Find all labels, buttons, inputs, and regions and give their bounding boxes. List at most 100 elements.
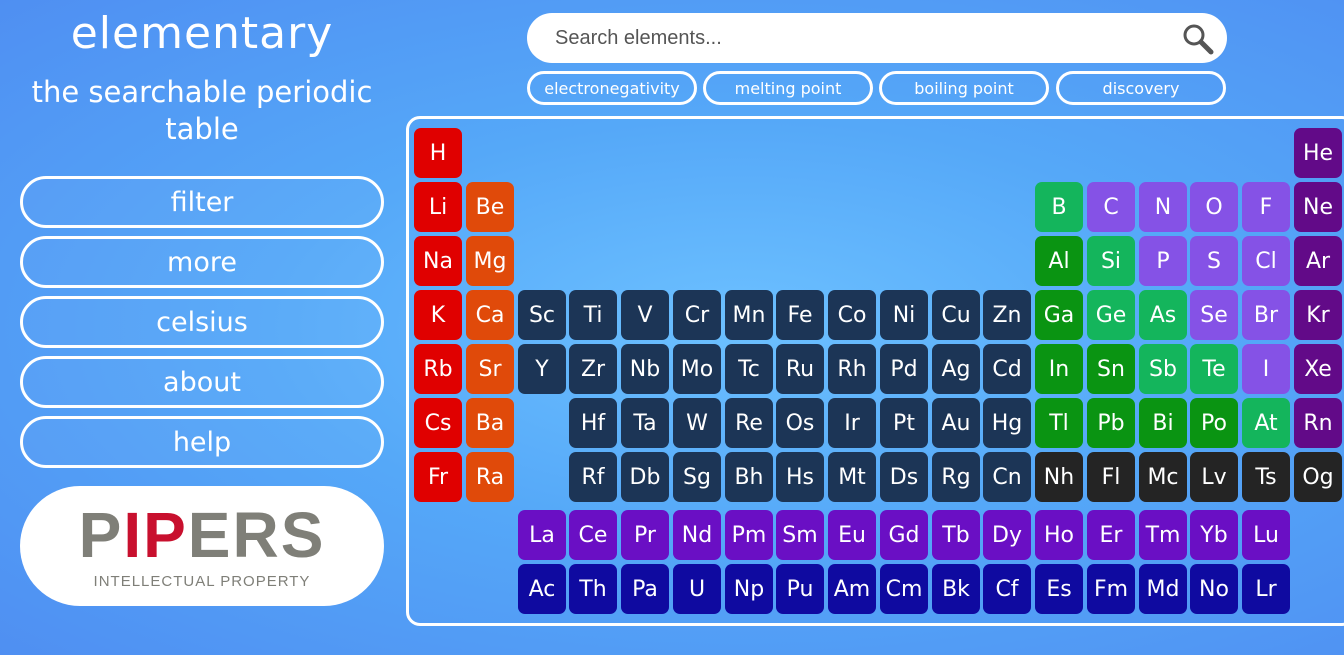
element-tile-mg[interactable]: Mg (466, 236, 514, 286)
celsius-button[interactable]: celsius (20, 296, 384, 348)
element-tile-ir[interactable]: Ir (828, 398, 876, 448)
element-tile-bi[interactable]: Bi (1139, 398, 1187, 448)
element-tile-at[interactable]: At (1242, 398, 1290, 448)
element-tile-cr[interactable]: Cr (673, 290, 721, 340)
element-tile-au[interactable]: Au (932, 398, 980, 448)
element-tile-p[interactable]: P (1139, 236, 1187, 286)
sort-melting-point-button[interactable]: melting point (703, 71, 873, 105)
sort-electronegativity-button[interactable]: electronegativity (527, 71, 697, 105)
element-tile-si[interactable]: Si (1087, 236, 1135, 286)
element-tile-xe[interactable]: Xe (1294, 344, 1342, 394)
element-tile-in[interactable]: In (1035, 344, 1083, 394)
element-tile-ag[interactable]: Ag (932, 344, 980, 394)
element-tile-i[interactable]: I (1242, 344, 1290, 394)
element-tile-np[interactable]: Np (725, 564, 773, 614)
element-tile-mt[interactable]: Mt (828, 452, 876, 502)
element-tile-cf[interactable]: Cf (983, 564, 1031, 614)
element-tile-yb[interactable]: Yb (1190, 510, 1238, 560)
search-icon[interactable] (1181, 22, 1215, 56)
element-tile-sr[interactable]: Sr (466, 344, 514, 394)
element-tile-os[interactable]: Os (776, 398, 824, 448)
element-tile-pa[interactable]: Pa (621, 564, 669, 614)
element-tile-br[interactable]: Br (1242, 290, 1290, 340)
element-tile-w[interactable]: W (673, 398, 721, 448)
element-tile-zr[interactable]: Zr (569, 344, 617, 394)
element-tile-og[interactable]: Og (1294, 452, 1342, 502)
element-tile-es[interactable]: Es (1035, 564, 1083, 614)
element-tile-ho[interactable]: Ho (1035, 510, 1083, 560)
element-tile-th[interactable]: Th (569, 564, 617, 614)
element-tile-bh[interactable]: Bh (725, 452, 773, 502)
element-tile-po[interactable]: Po (1190, 398, 1238, 448)
element-tile-cl[interactable]: Cl (1242, 236, 1290, 286)
element-tile-ra[interactable]: Ra (466, 452, 514, 502)
about-button[interactable]: about (20, 356, 384, 408)
element-tile-hg[interactable]: Hg (983, 398, 1031, 448)
element-tile-cm[interactable]: Cm (880, 564, 928, 614)
element-tile-sn[interactable]: Sn (1087, 344, 1135, 394)
search-input[interactable] (555, 21, 1175, 55)
element-tile-sm[interactable]: Sm (776, 510, 824, 560)
element-tile-pr[interactable]: Pr (621, 510, 669, 560)
element-tile-ge[interactable]: Ge (1087, 290, 1135, 340)
element-tile-tc[interactable]: Tc (725, 344, 773, 394)
element-tile-ac[interactable]: Ac (518, 564, 566, 614)
filter-button[interactable]: filter (20, 176, 384, 228)
element-tile-cs[interactable]: Cs (414, 398, 462, 448)
element-tile-ce[interactable]: Ce (569, 510, 617, 560)
element-tile-mc[interactable]: Mc (1139, 452, 1187, 502)
element-tile-mo[interactable]: Mo (673, 344, 721, 394)
element-tile-he[interactable]: He (1294, 128, 1342, 178)
element-tile-ne[interactable]: Ne (1294, 182, 1342, 232)
element-tile-pb[interactable]: Pb (1087, 398, 1135, 448)
element-tile-tb[interactable]: Tb (932, 510, 980, 560)
element-tile-pm[interactable]: Pm (725, 510, 773, 560)
element-tile-as[interactable]: As (1139, 290, 1187, 340)
element-tile-cu[interactable]: Cu (932, 290, 980, 340)
element-tile-kr[interactable]: Kr (1294, 290, 1342, 340)
element-tile-sg[interactable]: Sg (673, 452, 721, 502)
element-tile-pd[interactable]: Pd (880, 344, 928, 394)
element-tile-gd[interactable]: Gd (880, 510, 928, 560)
element-tile-nb[interactable]: Nb (621, 344, 669, 394)
element-tile-mn[interactable]: Mn (725, 290, 773, 340)
element-tile-tm[interactable]: Tm (1139, 510, 1187, 560)
element-tile-no[interactable]: No (1190, 564, 1238, 614)
element-tile-am[interactable]: Am (828, 564, 876, 614)
element-tile-rn[interactable]: Rn (1294, 398, 1342, 448)
sort-discovery-button[interactable]: discovery (1056, 71, 1226, 105)
element-tile-md[interactable]: Md (1139, 564, 1187, 614)
element-tile-bk[interactable]: Bk (932, 564, 980, 614)
element-tile-u[interactable]: U (673, 564, 721, 614)
element-tile-pt[interactable]: Pt (880, 398, 928, 448)
element-tile-ni[interactable]: Ni (880, 290, 928, 340)
element-tile-lr[interactable]: Lr (1242, 564, 1290, 614)
element-tile-lu[interactable]: Lu (1242, 510, 1290, 560)
element-tile-f[interactable]: F (1242, 182, 1290, 232)
element-tile-li[interactable]: Li (414, 182, 462, 232)
element-tile-ar[interactable]: Ar (1294, 236, 1342, 286)
element-tile-fm[interactable]: Fm (1087, 564, 1135, 614)
element-tile-pu[interactable]: Pu (776, 564, 824, 614)
element-tile-cd[interactable]: Cd (983, 344, 1031, 394)
element-tile-be[interactable]: Be (466, 182, 514, 232)
element-tile-er[interactable]: Er (1087, 510, 1135, 560)
element-tile-hf[interactable]: Hf (569, 398, 617, 448)
element-tile-ta[interactable]: Ta (621, 398, 669, 448)
element-tile-dy[interactable]: Dy (983, 510, 1031, 560)
element-tile-te[interactable]: Te (1190, 344, 1238, 394)
element-tile-c[interactable]: C (1087, 182, 1135, 232)
element-tile-ca[interactable]: Ca (466, 290, 514, 340)
element-tile-ba[interactable]: Ba (466, 398, 514, 448)
element-tile-fe[interactable]: Fe (776, 290, 824, 340)
element-tile-ti[interactable]: Ti (569, 290, 617, 340)
element-tile-la[interactable]: La (518, 510, 566, 560)
element-tile-fr[interactable]: Fr (414, 452, 462, 502)
element-tile-v[interactable]: V (621, 290, 669, 340)
element-tile-al[interactable]: Al (1035, 236, 1083, 286)
sponsor-logo[interactable]: PIPERS INTELLECTUAL PROPERTY (20, 486, 384, 606)
element-tile-cn[interactable]: Cn (983, 452, 1031, 502)
element-tile-ru[interactable]: Ru (776, 344, 824, 394)
element-tile-y[interactable]: Y (518, 344, 566, 394)
element-tile-re[interactable]: Re (725, 398, 773, 448)
